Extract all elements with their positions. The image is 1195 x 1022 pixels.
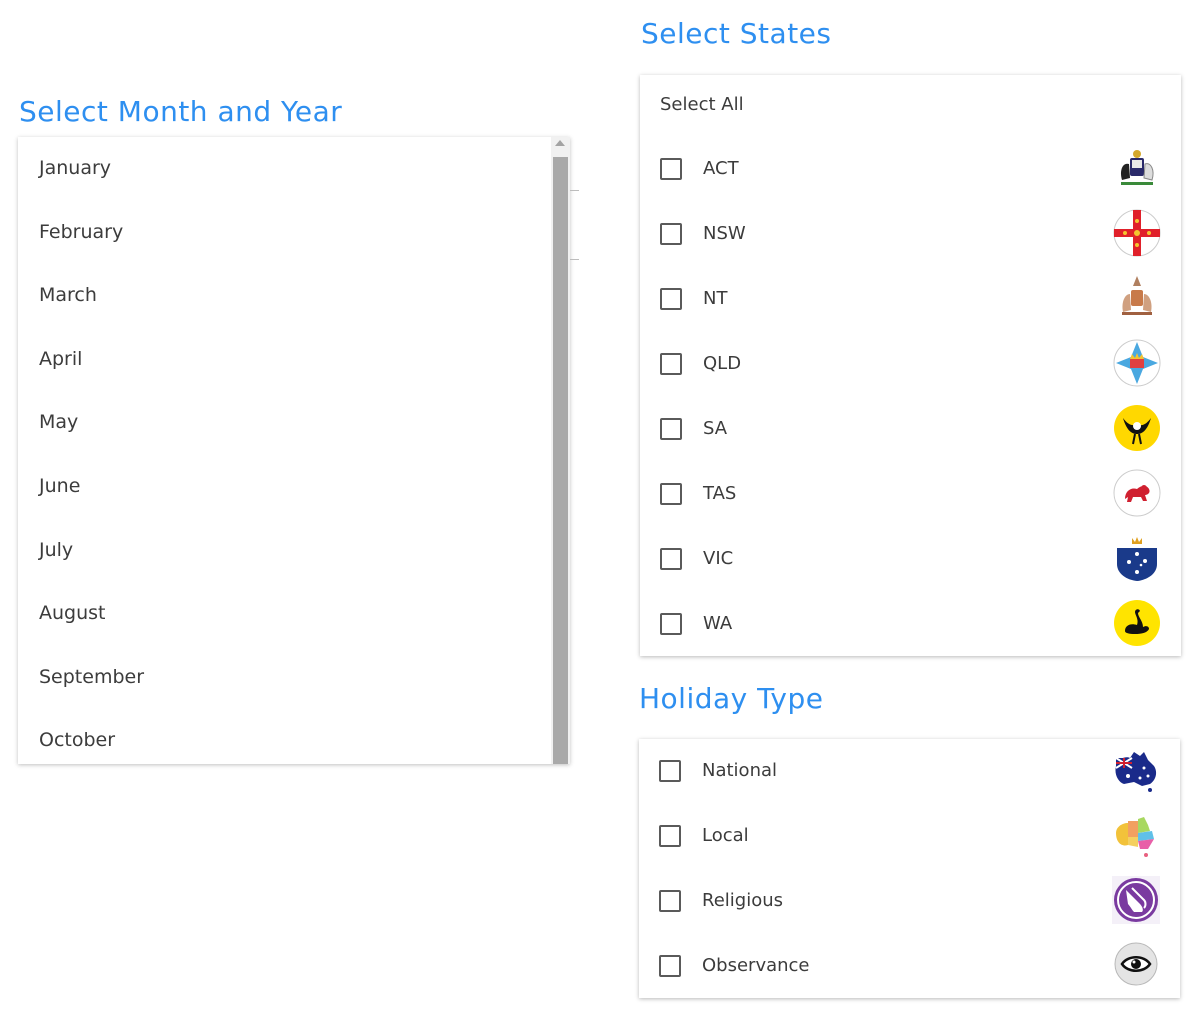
holiday-type-label: Local (702, 825, 749, 846)
holiday-type-label: Observance (702, 955, 810, 976)
states-heading: Select States (641, 17, 832, 50)
month-option-june[interactable]: June (18, 455, 570, 519)
month-option-april[interactable]: April (18, 328, 570, 392)
divider (570, 259, 579, 260)
state-label: TAS (703, 483, 737, 504)
state-label: SA (703, 418, 728, 439)
state-row-tas[interactable]: TAS (640, 462, 1181, 526)
sa-piping-shrike-icon (1113, 404, 1161, 452)
month-list-scrollbar[interactable] (551, 137, 570, 764)
act-checkbox[interactable] (660, 158, 682, 180)
local-checkbox[interactable] (659, 825, 681, 847)
holiday-row-national[interactable]: National (639, 739, 1180, 803)
holiday-row-religious[interactable]: Religious (639, 869, 1180, 933)
holiday-row-observance[interactable]: Observance (639, 934, 1180, 998)
nt-checkbox[interactable] (660, 288, 682, 310)
sa-checkbox[interactable] (660, 418, 682, 440)
australia-flag-map-icon (1112, 746, 1160, 794)
month-option-july[interactable]: July (18, 519, 570, 583)
month-option-october[interactable]: October (18, 709, 570, 764)
state-label: QLD (703, 353, 742, 374)
scroll-up-arrow-icon[interactable] (555, 140, 565, 146)
state-label: NT (703, 288, 728, 309)
national-checkbox[interactable] (659, 760, 681, 782)
month-dropdown-list[interactable]: January February March April May June Ju… (18, 137, 570, 764)
holiday-row-local[interactable]: Local (639, 804, 1180, 868)
state-row-act[interactable]: ACT (640, 137, 1181, 201)
praying-hands-icon (1112, 876, 1160, 924)
state-label: NSW (703, 223, 746, 244)
state-label: ACT (703, 158, 739, 179)
state-row-vic[interactable]: VIC (640, 527, 1181, 591)
wa-checkbox[interactable] (660, 613, 682, 635)
religious-checkbox[interactable] (659, 890, 681, 912)
month-list: January February March April May June Ju… (18, 137, 570, 764)
month-option-january[interactable]: January (18, 137, 570, 201)
wa-black-swan-icon (1113, 599, 1161, 647)
tas-red-lion-icon (1113, 469, 1161, 517)
scrollbar-thumb[interactable] (553, 157, 568, 764)
state-row-nt[interactable]: NT (640, 267, 1181, 331)
divider (570, 190, 579, 191)
state-label: WA (703, 613, 733, 634)
month-option-february[interactable]: February (18, 201, 570, 265)
nt-coat-of-arms-icon (1113, 274, 1161, 322)
holiday-type-checkbox-card: National Local Religious Observance (639, 739, 1180, 998)
australia-states-map-icon (1112, 811, 1160, 859)
vic-southern-cross-badge-icon (1113, 534, 1161, 582)
holiday-type-label: National (702, 760, 778, 781)
state-row-sa[interactable]: SA (640, 397, 1181, 461)
eye-icon (1112, 941, 1160, 989)
month-year-heading: Select Month and Year (19, 95, 343, 128)
nsw-checkbox[interactable] (660, 223, 682, 245)
month-option-march[interactable]: March (18, 264, 570, 328)
state-label: VIC (703, 548, 734, 569)
holiday-type-heading: Holiday Type (639, 682, 824, 715)
state-row-nsw[interactable]: NSW (640, 202, 1181, 266)
act-coat-of-arms-icon (1113, 144, 1161, 192)
observance-checkbox[interactable] (659, 955, 681, 977)
vic-checkbox[interactable] (660, 548, 682, 570)
state-row-wa[interactable]: WA (640, 592, 1181, 656)
nsw-flag-badge-icon (1113, 209, 1161, 257)
holiday-type-label: Religious (702, 890, 783, 911)
tas-checkbox[interactable] (660, 483, 682, 505)
month-option-september[interactable]: September (18, 646, 570, 710)
select-all-link[interactable]: Select All (660, 94, 744, 115)
states-checkbox-card: Select All ACT NSW NT QLD SA TAS VIC WA (640, 75, 1181, 656)
qld-badge-icon (1113, 339, 1161, 387)
month-option-august[interactable]: August (18, 582, 570, 646)
qld-checkbox[interactable] (660, 353, 682, 375)
state-row-qld[interactable]: QLD (640, 332, 1181, 396)
month-option-may[interactable]: May (18, 391, 570, 455)
